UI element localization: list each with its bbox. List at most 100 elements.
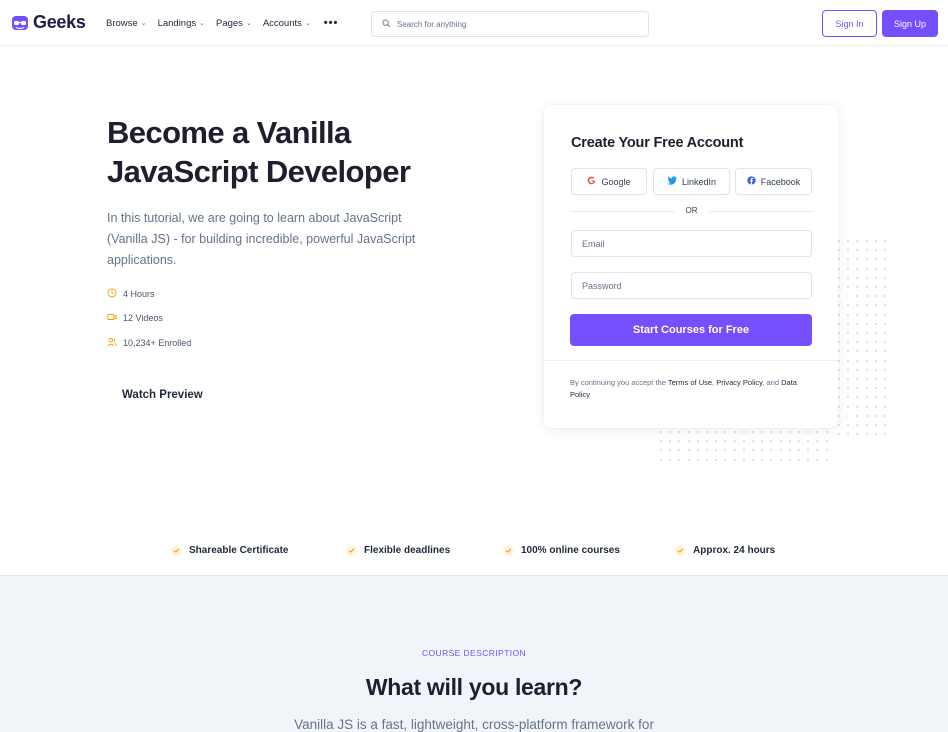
decorative-dot xyxy=(884,240,886,242)
decorative-dot xyxy=(884,332,886,334)
decorative-dot xyxy=(874,276,877,279)
decorative-dot xyxy=(884,368,886,371)
decorative-dot xyxy=(856,313,859,316)
sign-in-button[interactable]: Sign In xyxy=(822,10,877,37)
search-box[interactable] xyxy=(371,11,649,37)
decorative-dot xyxy=(865,405,868,408)
nav-item-label: Browse xyxy=(106,17,138,29)
decorative-dot xyxy=(856,249,859,252)
card-title: Create Your Free Account xyxy=(571,135,744,151)
decorative-dot xyxy=(669,440,672,443)
decorative-dot xyxy=(838,341,840,344)
decorative-dot xyxy=(770,458,773,461)
main-menu: Browse ⌄ Landings ⌄ Pages ⌄ Accounts ⌄ •… xyxy=(106,17,338,29)
decorative-dot xyxy=(687,458,690,461)
decorative-dot xyxy=(847,240,850,242)
nav-item-accounts[interactable]: Accounts ⌄ xyxy=(263,18,311,29)
feature-certificate: Shareable Certificate xyxy=(171,545,289,556)
password-input[interactable] xyxy=(582,280,802,291)
google-signup-button[interactable]: Google xyxy=(571,168,647,195)
decorative-dot xyxy=(838,405,840,408)
decorative-dot xyxy=(696,431,699,433)
users-icon xyxy=(107,337,117,349)
clock-icon xyxy=(107,288,117,300)
hero-title: Become a Vanilla JavaScript Developer xyxy=(107,115,411,189)
decorative-dot xyxy=(715,458,718,461)
decorative-dot xyxy=(838,295,840,298)
decorative-dot xyxy=(678,431,681,433)
decorative-dot xyxy=(865,350,868,353)
decorative-dot xyxy=(865,368,868,371)
chevron-down-icon: ⌄ xyxy=(304,20,311,27)
decorative-dot xyxy=(884,276,886,279)
decorative-dot xyxy=(884,341,886,344)
decorative-dot xyxy=(687,449,690,452)
decorative-dot xyxy=(724,458,727,461)
decorative-dot xyxy=(874,350,877,353)
email-field[interactable] xyxy=(571,230,812,257)
facebook-signup-button[interactable]: Facebook xyxy=(735,168,812,195)
meta-videos: 12 Videos xyxy=(107,312,163,324)
decorative-dot xyxy=(847,341,850,344)
decorative-dot xyxy=(838,387,840,390)
decorative-dot xyxy=(838,414,840,417)
feature-hours: Approx. 24 hours xyxy=(675,545,775,556)
decorative-dot xyxy=(779,431,782,433)
search-input[interactable] xyxy=(397,19,637,29)
check-icon xyxy=(675,545,686,556)
decorative-dot xyxy=(816,449,819,452)
card-divider xyxy=(544,360,838,361)
decorative-dot xyxy=(874,414,877,417)
decorative-dot xyxy=(874,267,877,270)
decorative-dot xyxy=(884,350,886,353)
decorative-dot xyxy=(706,440,708,443)
decorative-dot xyxy=(884,258,886,261)
decorative-dot xyxy=(856,378,859,380)
nav-item-pages[interactable]: Pages ⌄ xyxy=(216,18,252,29)
decorative-dot xyxy=(865,304,868,307)
decorative-dot xyxy=(825,431,828,433)
decorative-dot xyxy=(856,332,859,334)
decorative-dot xyxy=(742,431,745,433)
decorative-dot xyxy=(884,304,886,307)
decorative-dot xyxy=(825,458,828,461)
social-label: Google xyxy=(601,176,631,187)
nav-item-landings[interactable]: Landings ⌄ xyxy=(158,18,205,29)
decorative-dot xyxy=(865,424,868,426)
decorative-dot xyxy=(884,414,886,417)
sign-up-button[interactable]: Sign Up xyxy=(882,10,938,37)
decorative-dot xyxy=(856,286,859,288)
decorative-dot xyxy=(838,258,840,261)
decorative-dot xyxy=(761,440,764,443)
decorative-dot xyxy=(856,405,859,408)
more-menu-button[interactable]: ••• xyxy=(324,17,339,29)
privacy-policy-link[interactable]: Privacy Policy xyxy=(716,378,762,387)
watch-preview-link[interactable]: Watch Preview xyxy=(122,389,203,401)
decorative-dot xyxy=(779,440,782,443)
linkedin-signup-button[interactable]: LinkedIn xyxy=(653,168,730,195)
geeks-logo-icon xyxy=(10,13,30,33)
decorative-dot xyxy=(874,286,877,288)
decorative-dot xyxy=(884,249,886,252)
decorative-dot xyxy=(856,304,859,307)
decorative-dot xyxy=(884,433,886,436)
decorative-dot xyxy=(678,458,681,461)
decorative-dot xyxy=(838,396,840,399)
start-courses-button[interactable]: Start Courses for Free xyxy=(570,314,812,346)
decorative-dot xyxy=(715,440,718,443)
terms-of-use-link[interactable]: Terms of Use xyxy=(668,378,712,387)
decorative-dot xyxy=(838,350,840,353)
password-field[interactable] xyxy=(571,272,812,299)
email-input[interactable] xyxy=(582,238,802,249)
brand-logo[interactable]: Geeks xyxy=(10,12,86,33)
google-icon xyxy=(587,176,596,187)
decorative-dot xyxy=(798,440,800,443)
chevron-down-icon: ⌄ xyxy=(140,20,147,27)
decorative-dot xyxy=(884,424,886,426)
decorative-dot xyxy=(687,440,690,443)
nav-item-browse[interactable]: Browse ⌄ xyxy=(106,18,147,29)
decorative-dot xyxy=(874,424,877,426)
decorative-dot xyxy=(770,449,773,452)
decorative-dot xyxy=(752,458,754,461)
decorative-dot xyxy=(847,249,850,252)
